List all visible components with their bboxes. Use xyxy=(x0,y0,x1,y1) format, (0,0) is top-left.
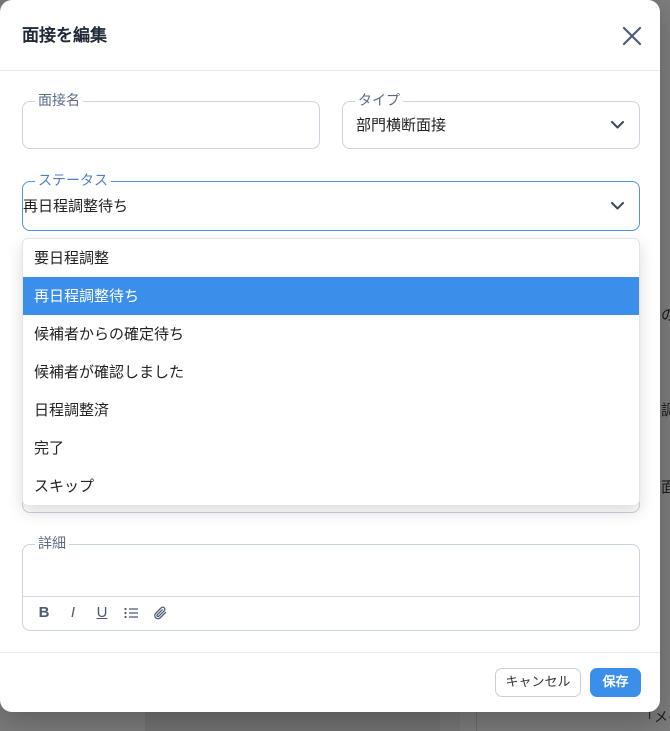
attachment-icon[interactable] xyxy=(152,605,168,621)
status-option[interactable]: スキップ xyxy=(23,467,639,505)
editor-toolbar: B I U xyxy=(23,597,639,630)
background-divider xyxy=(476,712,477,731)
bold-icon[interactable]: B xyxy=(36,605,52,621)
interview-type-value: 部門横断面接 xyxy=(356,116,447,134)
underline-icon[interactable]: U xyxy=(94,605,110,621)
background-text-fragment: 面 xyxy=(661,478,670,496)
status-option[interactable]: 日程調整済 xyxy=(23,391,639,429)
status-option[interactable]: 候補者が確認しました xyxy=(23,353,639,391)
background-panel xyxy=(660,0,670,712)
close-icon[interactable] xyxy=(622,26,642,46)
dialog-title: 面接を編集 xyxy=(22,26,107,46)
status-option[interactable]: 候補者からの確定待ち xyxy=(23,315,639,353)
status-value: 再日程調整待ち xyxy=(23,197,129,215)
dialog-footer: キャンセル 保存 xyxy=(0,652,660,712)
status-dropdown-menu: 要日程調整 再日程調整待ち 候補者からの確定待ち 候補者が確認しました 日程調整… xyxy=(22,238,640,506)
dialog-header: 面接を編集 xyxy=(0,0,660,71)
bullet-list-icon[interactable] xyxy=(123,605,139,621)
status-option[interactable]: 要日程調整 xyxy=(23,239,639,277)
background-text-fragment: 調 xyxy=(661,401,670,419)
status-option[interactable]: 再日程調整待ち xyxy=(23,277,639,315)
details-editor: 詳細 B I U xyxy=(22,535,640,631)
background-panel xyxy=(440,712,460,731)
chevron-down-icon xyxy=(611,121,624,129)
status-option[interactable]: 完了 xyxy=(23,429,639,467)
details-text-area[interactable] xyxy=(23,545,639,597)
interview-name-field: 面接名 xyxy=(22,92,320,149)
chevron-down-icon xyxy=(611,202,624,210)
cancel-button[interactable]: キャンセル xyxy=(495,668,581,697)
italic-icon[interactable]: I xyxy=(65,605,81,621)
interview-type-select[interactable]: タイプ 部門横断面接 xyxy=(342,92,640,149)
edit-interview-dialog: 面接を編集 面接名 タイプ 部門横断面接 ステータス 再日程調整待ち 要日程調整… xyxy=(0,0,660,712)
interview-name-input[interactable] xyxy=(36,102,306,148)
background-panel xyxy=(145,712,440,731)
status-select[interactable]: ステータス 再日程調整待ち xyxy=(22,172,640,231)
save-button[interactable]: 保存 xyxy=(590,668,641,697)
background-text-fragment: の xyxy=(661,306,670,324)
